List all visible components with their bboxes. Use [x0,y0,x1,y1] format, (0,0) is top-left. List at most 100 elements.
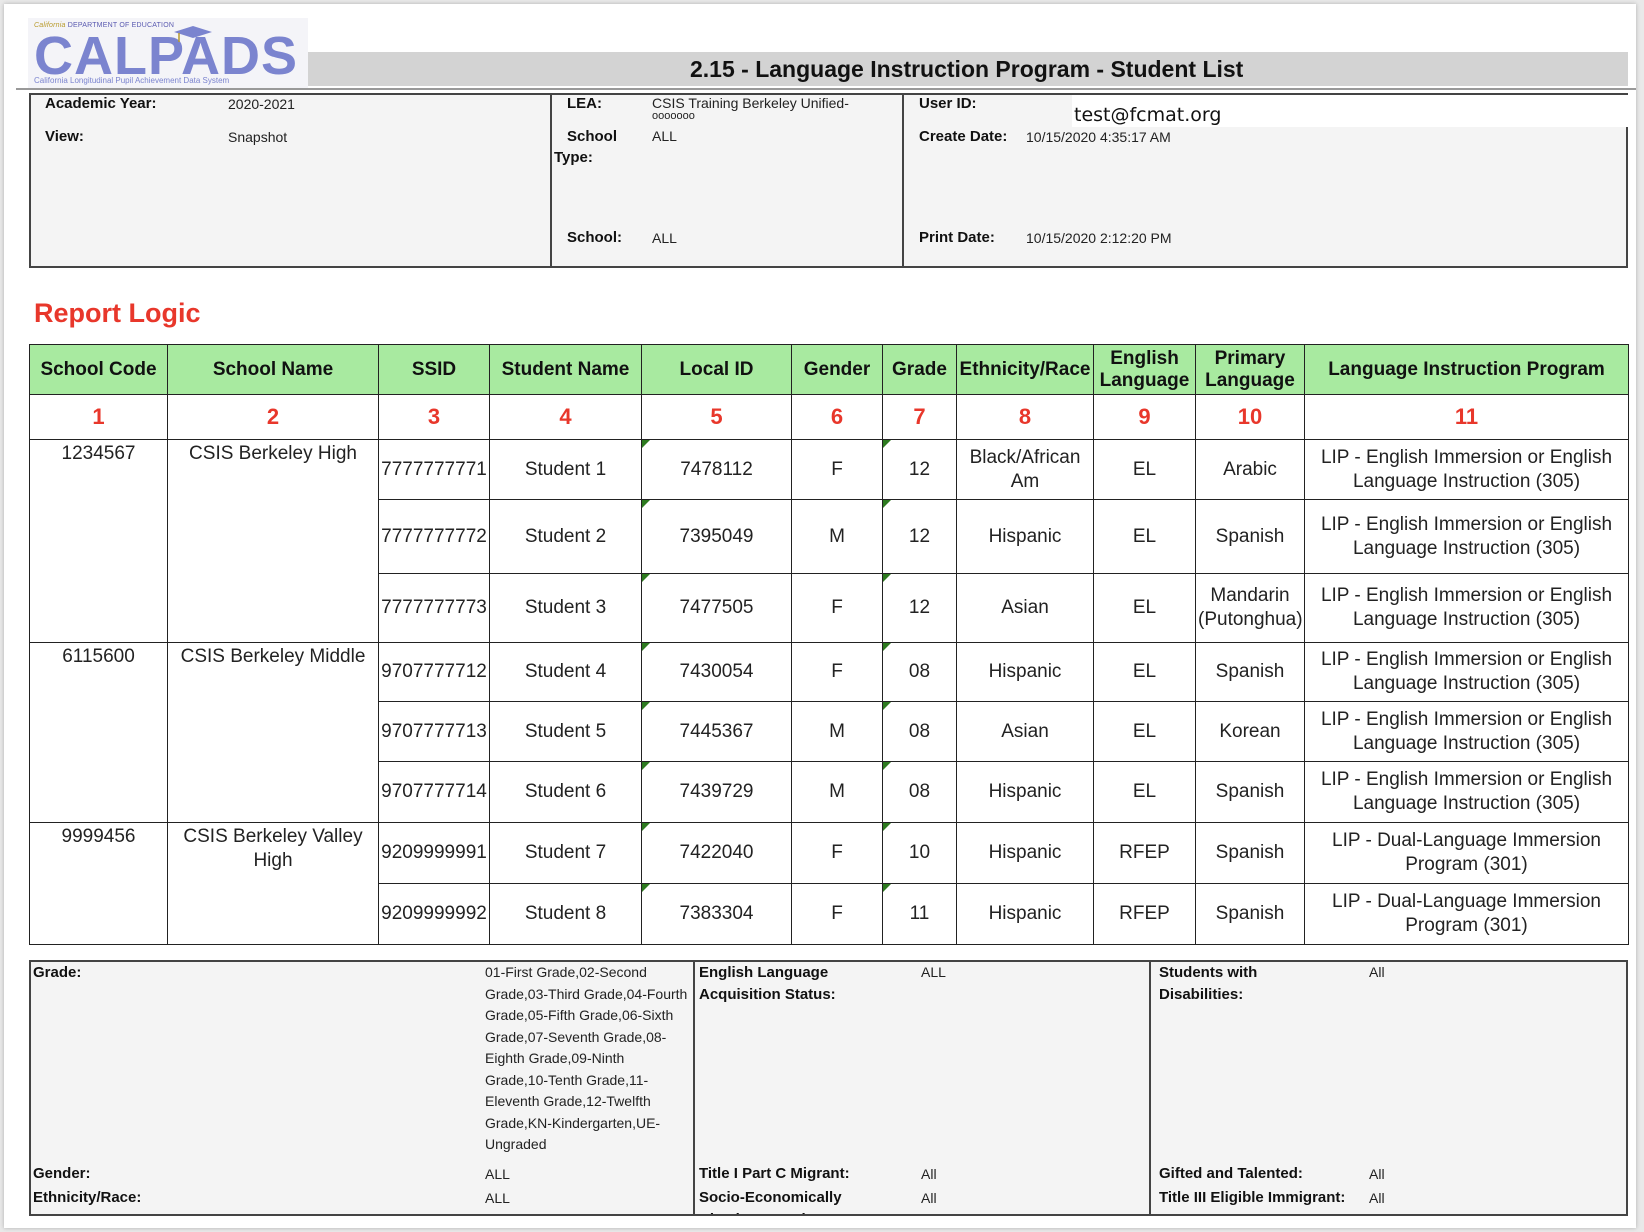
lea-label: LEA: [567,95,602,112]
column-header-school-code: School Code [29,344,168,395]
program-cell: LIP - English Immersion or English Langu… [1304,701,1629,762]
column-header-ssid: SSID [378,344,490,395]
column-number: 5 [641,394,792,440]
ssid-cell: 7777777772 [378,499,490,574]
academic-year-value: 2020-2021 [228,96,295,112]
ssid-cell: 7777777771 [378,439,490,500]
school-name-cell: CSIS Berkeley Valley High [167,822,379,945]
school-value: ALL [652,230,677,246]
student-name-cell: Student 7 [489,822,642,884]
lea-value: CSIS Training Berkeley Unified- [652,95,849,111]
local-id-cell: 7478112 [641,439,792,500]
gender-filter-value: ALL [485,1166,510,1182]
english-language-cell: RFEP [1093,822,1196,884]
immigrant-filter-label: Title III Eligible Immigrant: [1159,1189,1346,1206]
calpads-subtitle: California Longitudinal Pupil Achievemen… [34,76,230,85]
column-header-program: Language Instruction Program [1304,344,1629,395]
report-title: 2.15 - Language Instruction Program - St… [690,56,1244,82]
graduation-cap-icon [174,26,212,42]
report-page: California DEPARTMENT OF EDUCATION CALPA… [4,4,1636,1228]
gender-cell: F [791,573,883,643]
title-divider [16,88,1636,90]
gender-cell: M [791,499,883,574]
ethnicity-cell: Black/African Am [956,439,1094,500]
ethnicity-filter-value: ALL [485,1190,510,1206]
ssid-cell: 9209999992 [378,883,490,945]
ethnicity-cell: Hispanic [956,822,1094,884]
gate-filter-label: Gifted and Talented: [1159,1165,1303,1182]
primary-language-cell: Spanish [1195,822,1305,884]
grade-cell: 12 [882,439,957,500]
table-row: 6115600 CSIS Berkeley Middle 9707777712 … [29,642,1629,823]
filter-criteria-panel: Grade: 01-First Grade,02-Second Grade,03… [29,960,1628,1216]
primary-language-cell: Mandarin (Putonghua) [1195,573,1305,643]
program-cell: LIP - English Immersion or English Langu… [1304,761,1629,823]
column-number: 1 [29,394,168,440]
gender-cell: F [791,822,883,884]
user-id-value: test@fcmat.org [1074,104,1222,126]
gender-cell: F [791,642,883,702]
program-cell: LIP - English Immersion or English Langu… [1304,573,1629,643]
primary-language-cell: Spanish [1195,499,1305,574]
column-number: 2 [167,394,379,440]
column-header-ethnicity: Ethnicity/Race [956,344,1094,395]
column-number: 4 [489,394,642,440]
sed-filter-label: Socio-Economically Disadvantaged: [699,1189,842,1214]
swd-filter-value: All [1369,964,1385,980]
english-language-cell: EL [1093,701,1196,762]
school-name-cell: CSIS Berkeley High [167,439,379,643]
table-row: 9999456 CSIS Berkeley Valley High 920999… [29,822,1629,945]
program-cell: LIP - English Immersion or English Langu… [1304,499,1629,574]
column-number: 10 [1195,394,1305,440]
ssid-cell: 9707777712 [378,642,490,702]
local-id-cell: 7422040 [641,822,792,884]
student-name-cell: Student 8 [489,883,642,945]
student-name-cell: Student 2 [489,499,642,574]
filter-divider [1149,962,1151,1214]
student-name-cell: Student 4 [489,642,642,702]
column-header-school-name: School Name [167,344,379,395]
ssid-cell: 9707777713 [378,701,490,762]
ssid-cell: 9707777714 [378,761,490,823]
column-number: 11 [1304,394,1629,440]
create-date-value: 10/15/2020 4:35:17 AM [1026,129,1171,145]
school-code-cell: 9999456 [29,822,168,945]
calpads-logo: California DEPARTMENT OF EDUCATION CALPA… [28,18,308,88]
filter-divider [693,962,695,1214]
school-label: School: [567,229,622,246]
primary-language-cell: Spanish [1195,883,1305,945]
program-cell: LIP - English Immersion or English Langu… [1304,439,1629,500]
report-logic-heading: Report Logic [34,298,201,328]
column-header-primary-language: Primary Language [1195,344,1305,395]
view-value: Snapshot [228,129,288,145]
column-header-student-name: Student Name [489,344,642,395]
english-language-cell: EL [1093,573,1196,643]
gender-cell: M [791,701,883,762]
school-code-cell: 6115600 [29,642,168,823]
swd-filter-label: Students with Disabilities: [1159,964,1258,1003]
migrant-filter-value: All [921,1166,937,1182]
table-header-row: School Code School Name SSID Student Nam… [29,344,1629,395]
local-id-cell: 7445367 [641,701,792,762]
grade-cell: 08 [882,642,957,702]
school-type-label: School [567,128,618,145]
column-number: 7 [882,394,957,440]
lea-code: ooooooo [652,110,695,122]
ssid-cell: 7777777773 [378,573,490,643]
grade-cell: 08 [882,701,957,762]
ethnicity-cell: Hispanic [956,761,1094,823]
table-row: 1234567 CSIS Berkeley High 7777777771 St… [29,439,1629,643]
sed-filter-value: All [921,1190,937,1206]
school-code-cell: 1234567 [29,439,168,643]
academic-year-label: Academic Year: [45,95,157,112]
ethnicity-cell: Hispanic [956,883,1094,945]
primary-language-cell: Spanish [1195,642,1305,702]
column-header-grade: Grade [882,344,957,395]
grade-cell: 10 [882,822,957,884]
english-language-cell: EL [1093,761,1196,823]
column-header-english-language: English Language [1093,344,1196,395]
create-date-label: Create Date: [919,128,1008,145]
school-type-value: ALL [652,128,677,144]
student-name-cell: Student 1 [489,439,642,500]
print-date-label: Print Date: [919,229,995,246]
